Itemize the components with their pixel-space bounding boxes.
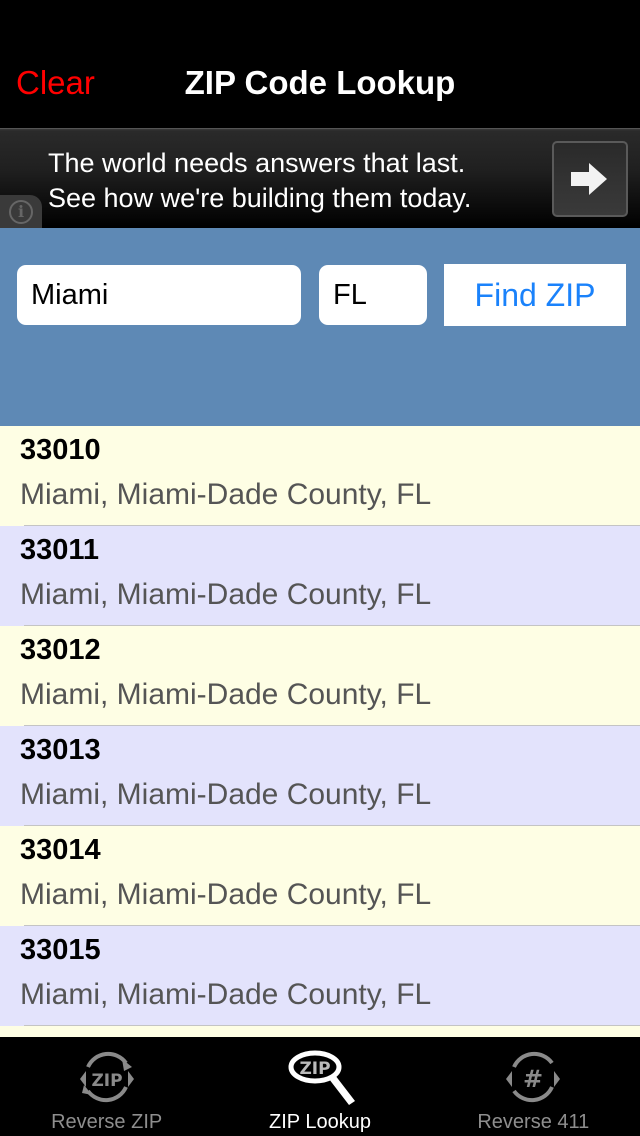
place-name: Miami, Miami-Dade County, FL (20, 578, 432, 611)
find-zip-button[interactable]: Find ZIP (444, 264, 626, 326)
city-input[interactable] (17, 265, 301, 325)
list-item[interactable]: 33014 Miami, Miami-Dade County, FL (0, 826, 640, 926)
tab-reverse-zip[interactable]: ZIP Reverse ZIP (0, 1037, 213, 1136)
list-item[interactable]: 33013 Miami, Miami-Dade County, FL (0, 726, 640, 826)
list-item[interactable]: 33015 Miami, Miami-Dade County, FL (0, 926, 640, 1026)
place-name: Miami, Miami-Dade County, FL (20, 478, 432, 511)
tab-label: ZIP Lookup (269, 1111, 371, 1133)
zip-code: 33011 (20, 534, 100, 566)
right-arrow-icon (571, 163, 607, 195)
tab-reverse-411[interactable]: # Reverse 411 (427, 1037, 640, 1136)
state-input[interactable] (319, 265, 427, 325)
list-item[interactable] (0, 1026, 640, 1037)
place-name: Miami, Miami-Dade County, FL (20, 778, 432, 811)
tab-bar: ZIP Reverse ZIP ZIP ZIP Lookup # Reverse… (0, 1037, 640, 1136)
ad-text: The world needs answers that last. See h… (48, 146, 471, 216)
zip-code: 33010 (20, 434, 101, 466)
results-list[interactable]: 33010 Miami, Miami-Dade County, FL 33011… (0, 426, 640, 1037)
reverse-411-icon: # (506, 1051, 561, 1103)
zip-magnifier-icon: ZIP (288, 1050, 355, 1105)
ad-arrow-button[interactable] (552, 141, 628, 217)
info-icon: i (9, 200, 33, 224)
place-name: Miami, Miami-Dade County, FL (20, 878, 432, 911)
tab-label: Reverse ZIP (51, 1111, 163, 1133)
tab-zip-lookup[interactable]: ZIP ZIP Lookup (213, 1037, 426, 1136)
nav-bar: Clear ZIP Code Lookup (0, 0, 640, 128)
svg-text:#: # (523, 1065, 543, 1093)
ad-banner[interactable]: The world needs answers that last. See h… (0, 128, 640, 229)
search-form: Find ZIP (0, 228, 640, 426)
place-name: Miami, Miami-Dade County, FL (20, 678, 432, 711)
tab-label: Reverse 411 (477, 1111, 590, 1133)
svg-text:ZIP: ZIP (299, 1059, 330, 1079)
ad-info-button[interactable]: i (0, 195, 42, 229)
place-name: Miami, Miami-Dade County, FL (20, 978, 432, 1011)
zip-code: 33012 (20, 634, 101, 666)
reverse-zip-icon: ZIP (79, 1051, 134, 1103)
zip-code: 33014 (20, 834, 101, 866)
list-item[interactable]: 33012 Miami, Miami-Dade County, FL (0, 626, 640, 726)
list-item[interactable]: 33010 Miami, Miami-Dade County, FL (0, 426, 640, 526)
ad-line-1: The world needs answers that last. (48, 148, 466, 178)
svg-text:ZIP: ZIP (91, 1071, 122, 1091)
ad-line-2: See how we're building them today. (48, 183, 472, 213)
zip-code: 33013 (20, 734, 101, 766)
list-item[interactable]: 33011 Miami, Miami-Dade County, FL (0, 526, 640, 626)
page-title: ZIP Code Lookup (184, 64, 456, 101)
zip-code: 33015 (20, 934, 101, 966)
